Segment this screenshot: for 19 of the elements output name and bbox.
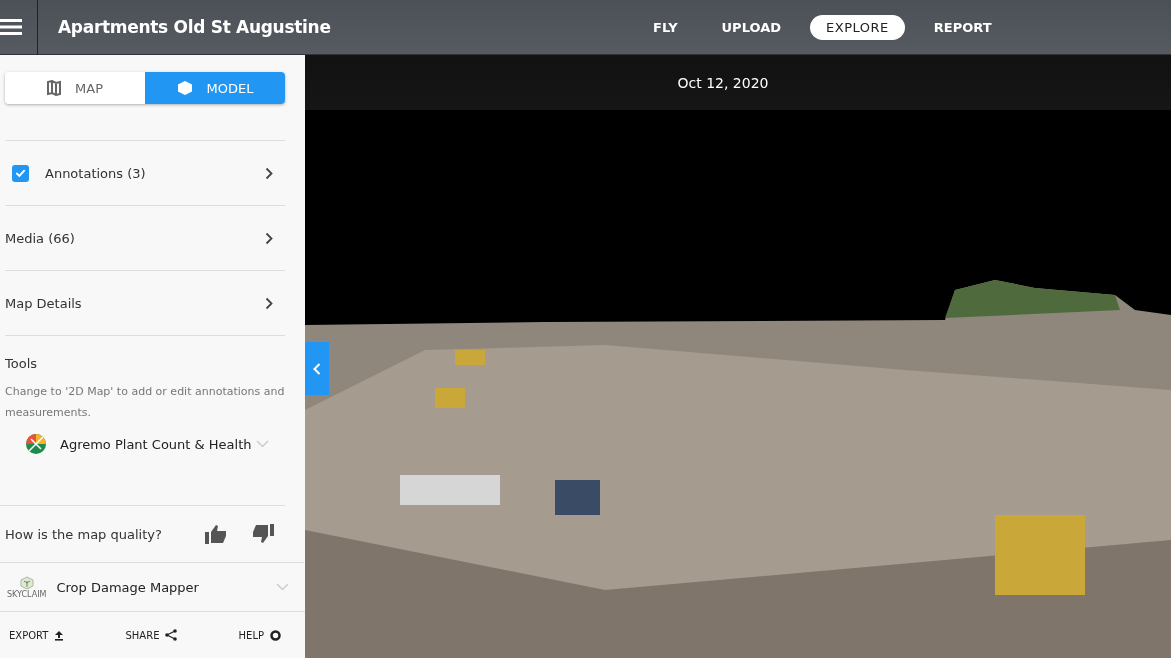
footer-action[interactable]: EXPORT: [5, 625, 69, 645]
nav-tab[interactable]: FLY: [638, 14, 693, 40]
tools-heading: Tools: [5, 356, 39, 371]
project-title: Apartments Old St Augustine: [58, 17, 332, 37]
capture-date: Oct 12, 2020: [677, 74, 769, 91]
plugin-item[interactable]: SKYCLAIM Crop Damage Mapper: [0, 563, 305, 612]
footer-action[interactable]: SHARE: [121, 625, 182, 645]
view-toggle-tab[interactable]: MAP: [5, 72, 145, 104]
section-row[interactable]: Map Details: [5, 271, 285, 336]
section-row[interactable]: Media (66): [5, 206, 285, 271]
footer-action[interactable]: HELP: [234, 625, 285, 645]
section-row[interactable]: Annotations (3): [5, 141, 285, 206]
feedback-question: How is the map quality?: [5, 526, 163, 542]
nav-tab[interactable]: UPLOAD: [706, 14, 797, 40]
nav-tab[interactable]: EXPLORE: [810, 14, 905, 40]
logo-caption: SKYCLAIM: [7, 589, 47, 599]
nav-tab[interactable]: REPORT: [918, 14, 1007, 40]
tools-hint: Change to '2D Map' to add or edit annotations and measurements.: [5, 384, 285, 421]
tool-item[interactable]: Agremo Plant Count & Health: [5, 433, 285, 455]
